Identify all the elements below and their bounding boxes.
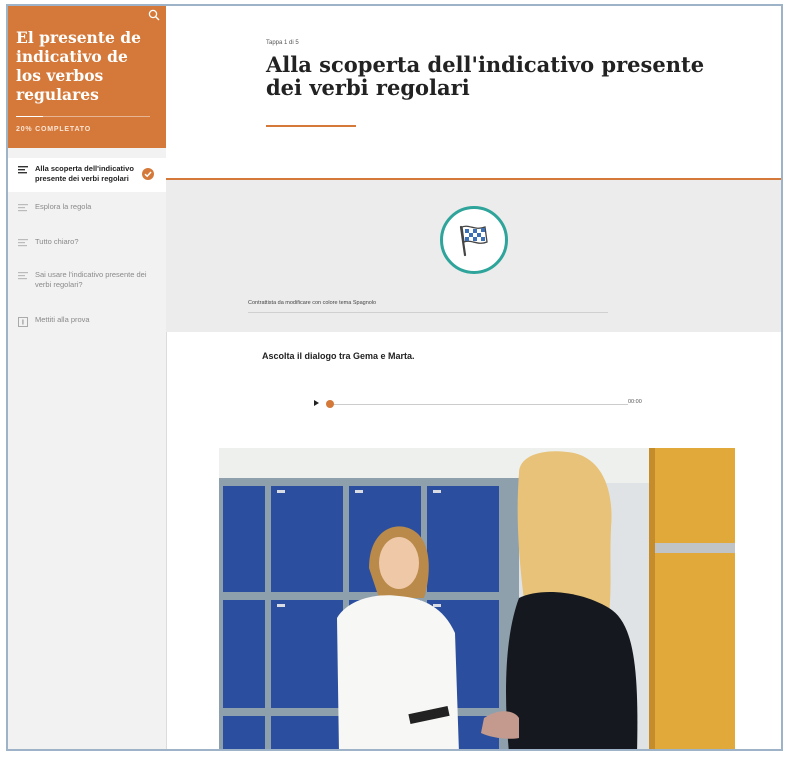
text-lines-icon <box>18 272 28 280</box>
dialog-instruction: Ascolta il dialogo tra Gema e Marta. <box>262 351 415 361</box>
text-lines-icon <box>18 166 28 174</box>
sidebar-item-esplora-la-regola[interactable]: Esplora la regola <box>8 202 166 214</box>
audio-seek-handle[interactable] <box>326 400 334 408</box>
sidebar-item-mettiti-alla-prova[interactable]: Mettiti alla prova <box>8 315 166 327</box>
app-frame: El presente de indicativo de los verbos … <box>6 4 783 751</box>
lesson-banner: Contrattista da modificare con colore te… <box>166 180 781 332</box>
step-indicator: Tappa 1 di 5 <box>266 40 299 46</box>
course-progress-bar <box>16 116 150 117</box>
play-icon[interactable] <box>314 400 319 406</box>
title-underline <box>266 125 356 127</box>
course-header: El presente de indicativo de los verbos … <box>8 6 166 148</box>
search-icon[interactable] <box>148 9 160 21</box>
banner-badge <box>440 206 508 274</box>
sidebar-item-label: Alla scoperta dell'indicativo presente d… <box>35 164 134 183</box>
sidebar-item-sai-usare[interactable]: Sai usare l'indicativo presente dei verb… <box>8 270 166 292</box>
course-progress-fill <box>16 116 43 117</box>
photo-illustration <box>219 448 735 749</box>
completed-check-icon <box>142 168 154 180</box>
checkered-flag-icon <box>459 225 488 257</box>
sidebar-item-label: Esplora la regola <box>35 202 92 211</box>
sidebar-item-label: Sai usare l'indicativo presente dei verb… <box>35 270 147 289</box>
banner-caption: Contrattista da modificare con colore te… <box>248 300 377 306</box>
dialog-photo <box>219 448 735 749</box>
audio-time: 00:00 <box>628 399 642 405</box>
caption-divider <box>248 312 608 313</box>
course-sidebar: El presente de indicativo de los verbos … <box>8 6 167 749</box>
lesson-title: Alla scoperta dell'indicativo presente d… <box>266 52 705 100</box>
quiz-icon <box>18 317 28 327</box>
audio-player: 00:00 <box>314 398 644 412</box>
sidebar-item-label: Tutto chiaro? <box>35 237 79 246</box>
sidebar-item-alla-scoperta[interactable]: Alla scoperta dell'indicativo presente d… <box>8 158 166 192</box>
course-title: El presente de indicativo de los verbos … <box>16 28 141 104</box>
sidebar-item-label: Mettiti alla prova <box>35 315 90 324</box>
text-lines-icon <box>18 204 28 212</box>
lesson-header: Tappa 1 di 5 Alla scoperta dell'indicati… <box>166 6 781 180</box>
audio-seek-bar[interactable] <box>328 404 628 405</box>
text-lines-icon <box>18 239 28 247</box>
sidebar-item-tutto-chiaro[interactable]: Tutto chiaro? <box>8 237 166 249</box>
course-progress-label: 20% COMPLETATO <box>16 126 91 133</box>
